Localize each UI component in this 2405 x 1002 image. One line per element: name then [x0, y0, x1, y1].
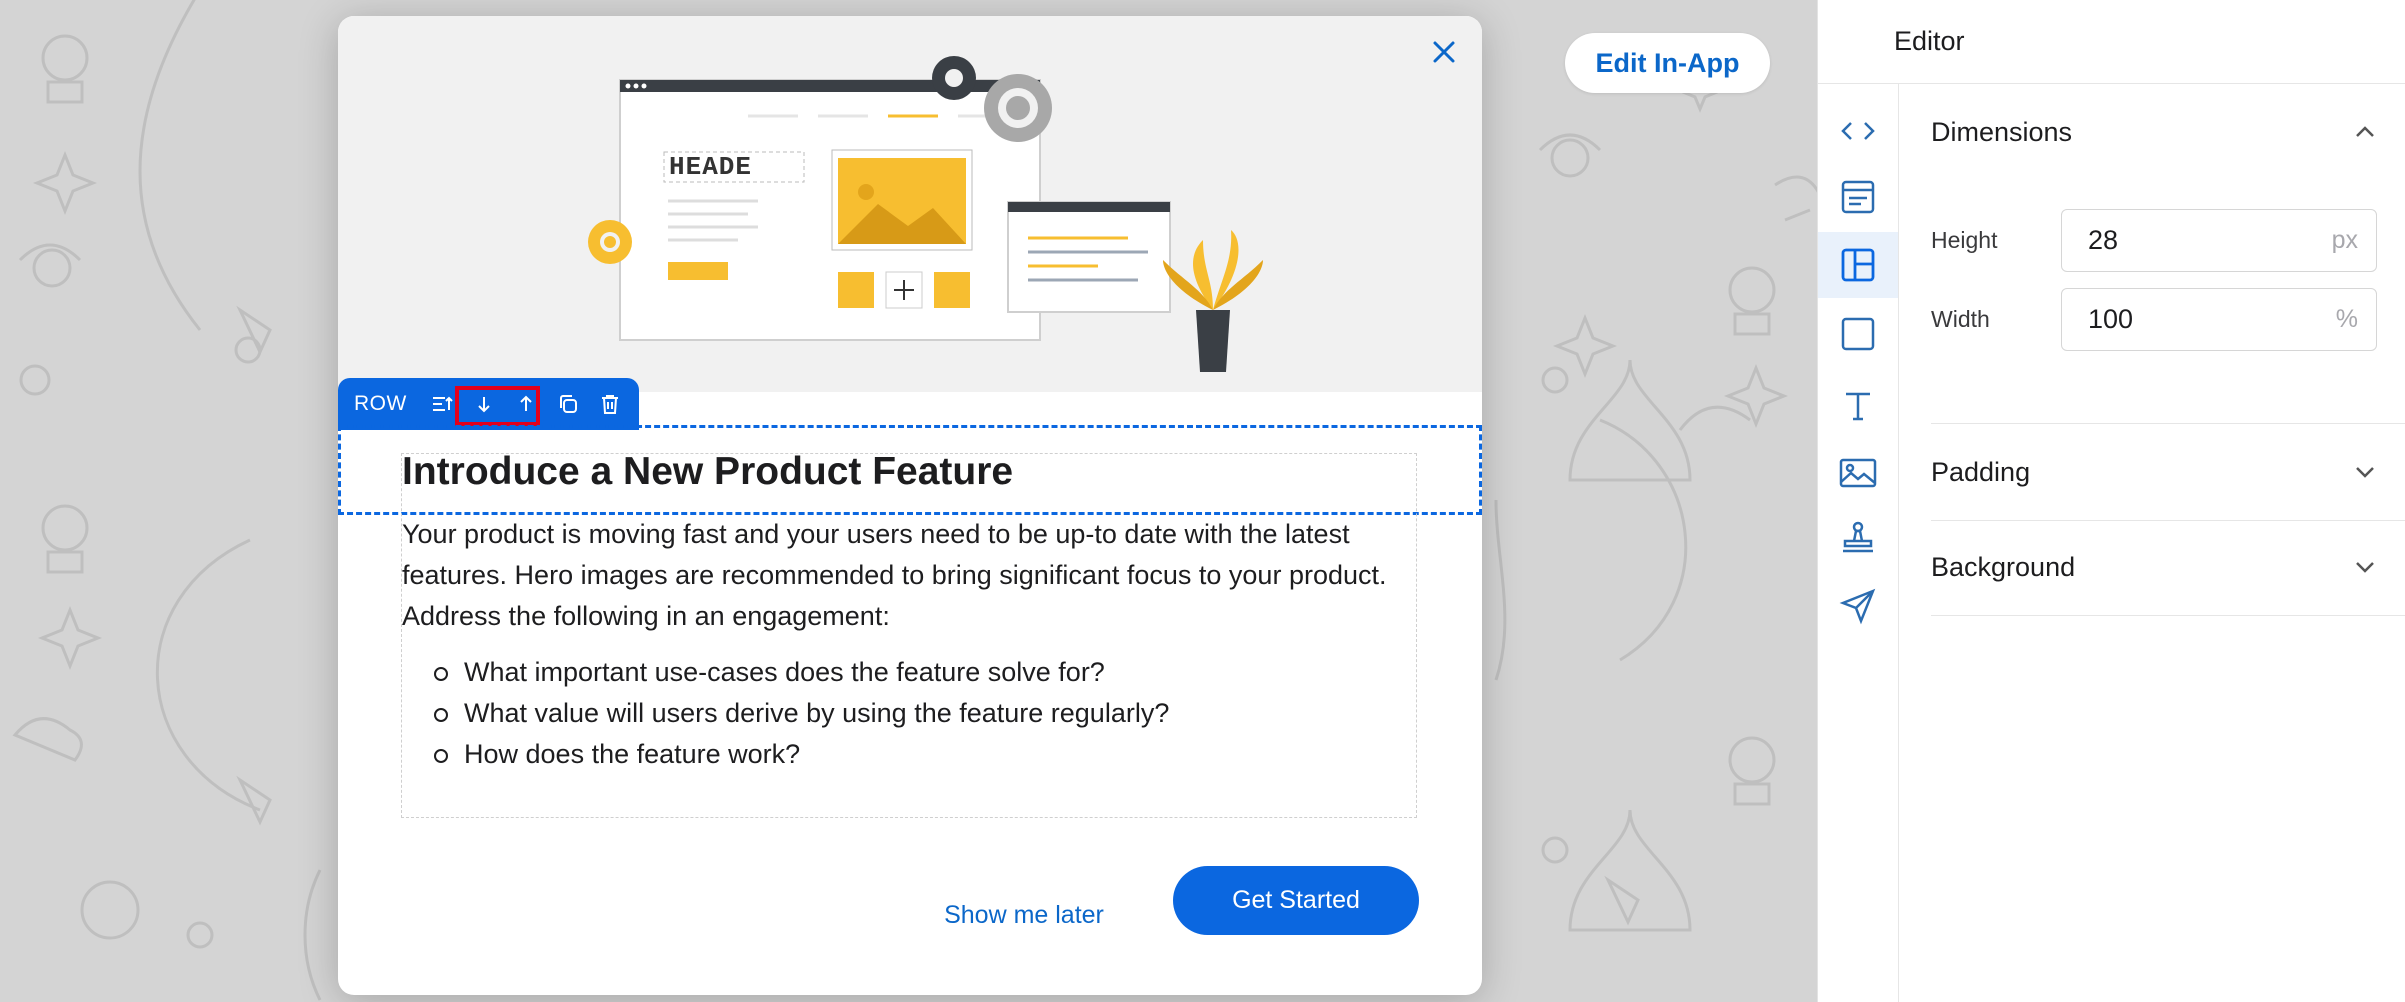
feature-bullet-list: What important use-cases does the featur…	[434, 652, 1169, 775]
delete-icon[interactable]	[589, 384, 631, 424]
text-icon[interactable]	[1818, 373, 1898, 439]
row-toolbar: ROW	[338, 378, 639, 430]
modal-title[interactable]: Introduce a New Product Feature	[402, 450, 1013, 494]
container-icon[interactable]	[1818, 301, 1898, 367]
image-icon[interactable]	[1818, 440, 1898, 506]
edit-in-app-button[interactable]: Edit In-App	[1565, 33, 1770, 93]
list-item: What value will users derive by using th…	[434, 693, 1169, 734]
width-label: Width	[1931, 306, 1990, 332]
editor-title: Editor	[1818, 0, 2405, 84]
chevron-down-icon	[2356, 562, 2374, 573]
dimensions-section-toggle[interactable]: Dimensions	[1931, 84, 2405, 180]
height-input[interactable]	[2088, 225, 2298, 256]
send-icon[interactable]	[1818, 573, 1898, 639]
list-item: How does the feature work?	[434, 734, 1169, 775]
height-field: Height px	[1931, 209, 2377, 272]
background-title: Background	[1931, 551, 2076, 582]
inapp-modal-preview: HEADE ROW Introduce a New Product Featur…	[338, 16, 1482, 995]
modal-body-text[interactable]: Your product is moving fast and your use…	[402, 514, 1422, 637]
duplicate-icon[interactable]	[547, 384, 589, 424]
row-label: ROW	[354, 392, 407, 415]
padding-section-toggle[interactable]: Padding	[1931, 424, 2405, 520]
hero-image: HEADE	[338, 16, 1482, 392]
padding-title: Padding	[1931, 456, 2031, 487]
layout-row-icon[interactable]	[1818, 232, 1898, 298]
height-input-wrapper: px	[2061, 209, 2377, 272]
width-unit: %	[2335, 305, 2358, 333]
editor-tool-rail	[1818, 84, 1899, 1002]
show-me-later-button[interactable]: Show me later	[898, 880, 1150, 950]
move-controls-highlight	[455, 386, 540, 426]
width-field: Width %	[1931, 288, 2377, 351]
height-unit: px	[2331, 226, 2358, 254]
hero-header-text: HEADE	[669, 152, 753, 182]
code-icon[interactable]	[1818, 98, 1898, 164]
preview-canvas: Edit In-App HEADE ROW Introduce a New Pr…	[0, 0, 1817, 1002]
width-input[interactable]	[2088, 304, 2298, 335]
stamp-icon[interactable]	[1818, 506, 1898, 572]
editor-panel: Editor Dimensions Height 28 px Width 100…	[1817, 0, 2405, 1002]
height-label: Height	[1931, 227, 1998, 253]
padding-section: Padding	[1931, 424, 2405, 521]
layout-header-icon[interactable]	[1818, 164, 1898, 230]
close-icon[interactable]	[1422, 30, 1466, 74]
width-input-wrapper: %	[2061, 288, 2377, 351]
background-section-toggle[interactable]: Background	[1931, 519, 2405, 615]
get-started-button[interactable]: Get Started	[1173, 866, 1419, 935]
chevron-down-icon	[2356, 467, 2374, 478]
chevron-up-icon	[2356, 126, 2374, 137]
background-section: Background	[1931, 519, 2405, 616]
dimensions-title: Dimensions	[1931, 116, 2073, 147]
list-item: What important use-cases does the featur…	[434, 652, 1169, 693]
